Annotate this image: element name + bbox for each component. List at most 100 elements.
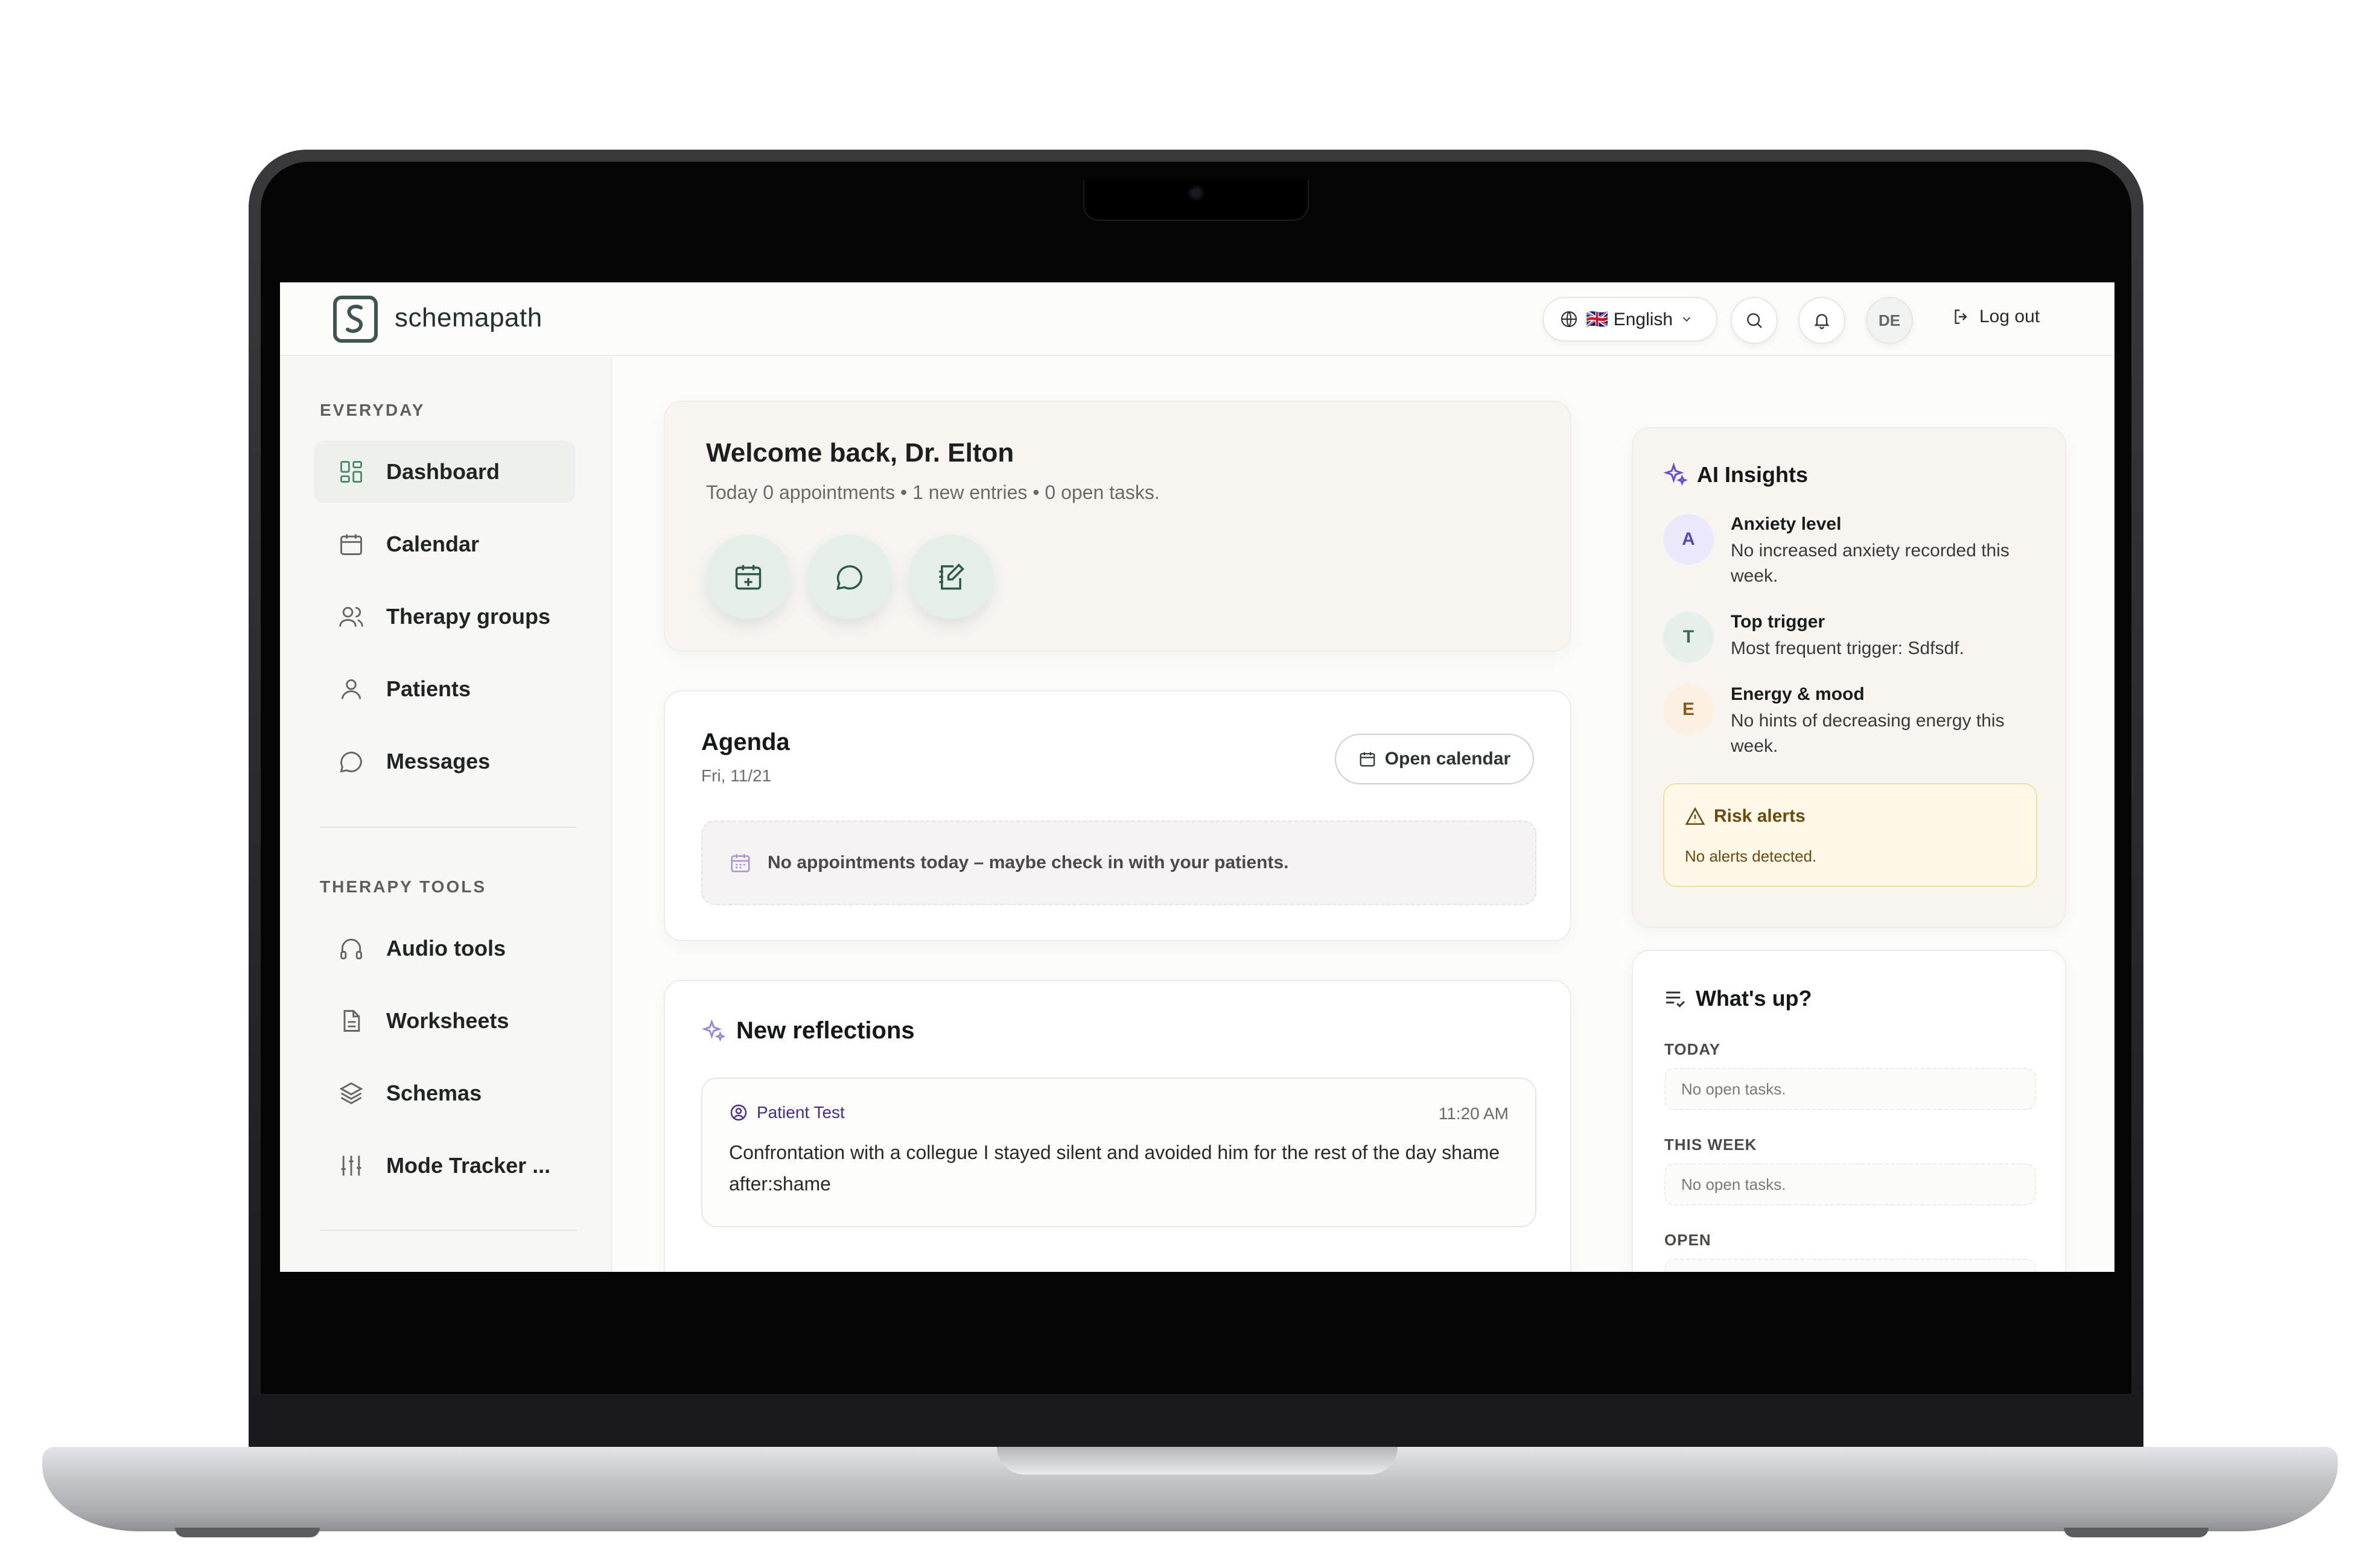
reflections-title: New reflections (701, 1017, 915, 1044)
laptop-foot-left (175, 1528, 320, 1537)
top-bar: schemapath 🇬🇧 English DE Log out (280, 282, 2114, 356)
laptop-hinge (253, 1394, 2139, 1448)
brand-name: schemapath (395, 303, 542, 332)
reflection-patient[interactable]: Patient Test (729, 1103, 845, 1122)
logout-icon (1955, 310, 1967, 324)
warning-triangle-icon (1685, 807, 1705, 825)
notebook-pen-icon (939, 564, 964, 590)
whats-up-empty: No open tasks. (1664, 1068, 2036, 1110)
sidebar-item-audio-tools[interactable]: Audio tools (314, 917, 576, 980)
welcome-card: Welcome back, Dr. Elton Today 0 appointm… (664, 401, 1571, 652)
logout-button[interactable]: Log out (1952, 307, 2040, 327)
sidebar-section-therapy-tools: THERAPY TOOLS (320, 877, 487, 896)
search-icon (1747, 313, 1762, 328)
file-text-icon (343, 1010, 360, 1032)
sidebar-section-everyday: EVERYDAY (320, 401, 425, 419)
sidebar-item-label: Patients (386, 676, 471, 701)
insight-title: Top trigger (1731, 612, 1825, 632)
message-icon (836, 565, 863, 590)
notifications-button[interactable] (1798, 297, 1845, 344)
list-check-icon (1666, 991, 1685, 1008)
chevron-down-icon (1682, 317, 1691, 322)
sidebar-item-therapy-groups[interactable]: Therapy groups (314, 585, 576, 648)
insight-body: No hints of decreasing energy this week. (1731, 711, 2005, 756)
language-selector[interactable]: 🇬🇧 English (1542, 297, 1717, 341)
search-button[interactable] (1731, 297, 1778, 344)
risk-alerts-title-label: Risk alerts (1714, 806, 1806, 826)
sidebar-item-label: Therapy groups (386, 604, 551, 629)
calendar-icon (340, 534, 362, 555)
ai-insights-card: AI Insights A Anxiety level No increased… (1632, 427, 2066, 928)
sidebar-item-label: Calendar (386, 532, 480, 556)
sidebar-item-label: Dashboard (386, 459, 500, 484)
insight-badge: T (1663, 612, 1714, 662)
sidebar-item-calendar[interactable]: Calendar (314, 513, 576, 576)
message-icon (340, 751, 362, 773)
headphones-icon (340, 938, 362, 959)
sidebar-item-patients[interactable]: Patients (314, 658, 576, 720)
laptop-opening-notch (997, 1447, 1398, 1475)
whats-up-group-this-week: THIS WEEK (1664, 1136, 1757, 1154)
reflections-title-label: New reflections (736, 1017, 915, 1044)
risk-alerts-title: Risk alerts (1685, 806, 1806, 827)
sidebar-item-messages[interactable]: Messages (314, 730, 576, 793)
open-calendar-label: Open calendar (1384, 749, 1511, 769)
sidebar-item-worksheets[interactable]: Worksheets (314, 990, 576, 1052)
whats-up-empty (1664, 1259, 2036, 1272)
calendar-plus-icon (735, 565, 762, 590)
insight-title: Energy & mood (1731, 684, 1865, 704)
whats-up-title-label: What's up? (1696, 986, 1812, 1011)
globe-icon (1561, 311, 1577, 328)
layers-icon (339, 1082, 363, 1105)
sidebar-item-label: Schemas (386, 1081, 482, 1105)
sidebar-item-dashboard[interactable]: Dashboard (314, 440, 576, 503)
sidebar-divider (320, 1230, 577, 1231)
user-circle-icon (730, 1104, 747, 1121)
language-label: 🇬🇧 English (1586, 309, 1673, 329)
laptop-foot-right (2064, 1528, 2209, 1537)
reflection-patient-name: Patient Test (757, 1103, 845, 1122)
reflections-card: New reflections Patient Test 11:20 AM Co… (664, 980, 1571, 1272)
sidebar-item-label: Worksheets (386, 1008, 509, 1033)
logout-label: Log out (1979, 307, 2040, 326)
reflection-time: 11:20 AM (1438, 1104, 1509, 1123)
welcome-summary: Today 0 appointments • 1 new entries • 0… (706, 481, 1160, 503)
users-icon (339, 606, 363, 627)
whats-up-group-open: OPEN (1664, 1231, 1711, 1249)
app-screen: schemapath 🇬🇧 English DE Log out EVERYDA… (280, 282, 2114, 1272)
agenda-title: Agenda (701, 729, 790, 755)
sidebar-item-schemas[interactable]: Schemas (314, 1062, 576, 1125)
whats-up-group-today: TODAY (1664, 1040, 1721, 1058)
welcome-title: Welcome back, Dr. Elton (706, 438, 1014, 468)
bell-icon (1814, 314, 1830, 329)
reflection-item[interactable]: Patient Test 11:20 AM Confrontation with… (701, 1078, 1536, 1227)
sidebar-item-mode-tracker[interactable]: Mode Tracker ... (314, 1134, 576, 1197)
avatar-initials: DE (1878, 311, 1901, 329)
user-icon (341, 679, 361, 699)
new-note-button[interactable] (909, 535, 993, 619)
avatar-button[interactable]: DE (1866, 297, 1913, 344)
calendar-icon (1360, 752, 1375, 767)
camera-icon (1189, 186, 1203, 200)
sparkles-icon (701, 1018, 726, 1042)
open-calendar-button[interactable]: Open calendar (1335, 734, 1534, 784)
whats-up-empty: No open tasks. (1664, 1163, 2036, 1206)
agenda-empty-text: No appointments today – maybe check in w… (768, 853, 1289, 872)
logo-icon[interactable] (333, 296, 378, 343)
insight-title: Anxiety level (1731, 514, 1842, 534)
new-appointment-button[interactable] (706, 535, 791, 619)
risk-alerts-body: No alerts detected. (1685, 847, 1817, 865)
whats-up-card: What's up? TODAY No open tasks. THIS WEE… (1632, 950, 2066, 1272)
sidebar-divider (320, 827, 577, 828)
reflection-text: Confrontation with a collegue I stayed s… (729, 1142, 1500, 1195)
agenda-date: Fri, 11/21 (701, 766, 772, 785)
sidebar-item-label: Messages (386, 749, 491, 774)
new-message-button[interactable] (807, 535, 892, 619)
calendar-icon (731, 854, 750, 872)
insight-badge: A (1663, 514, 1714, 565)
insight-badge: E (1663, 684, 1714, 735)
agenda-card: Agenda Fri, 11/21 Open calendar No appoi… (664, 690, 1571, 941)
insight-body: Most frequent trigger: Sdfsdf. (1731, 638, 1964, 658)
sidebar: EVERYDAY Dashboard Calendar Therapy grou… (280, 357, 612, 1272)
agenda-empty-state: No appointments today – maybe check in w… (701, 821, 1536, 905)
